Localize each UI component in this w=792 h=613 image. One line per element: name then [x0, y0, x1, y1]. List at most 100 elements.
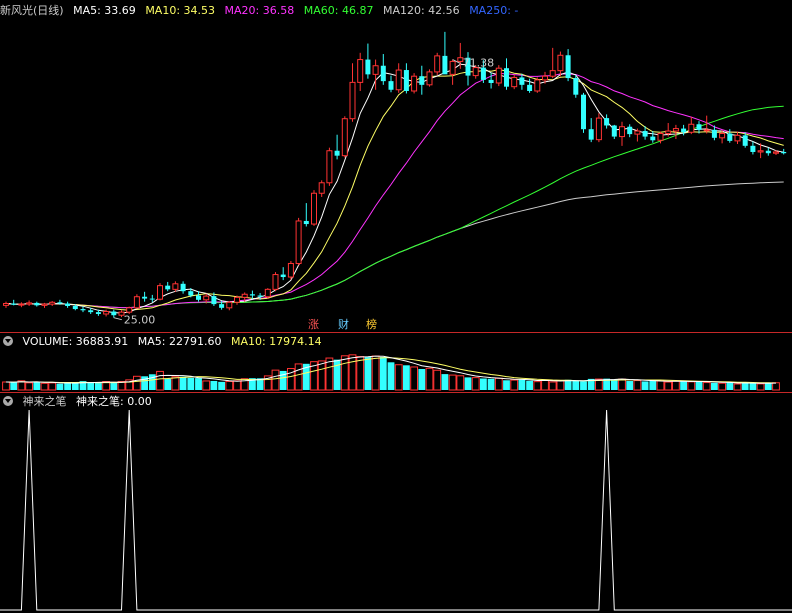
candle-body: [272, 274, 279, 290]
volume-bar: [25, 382, 34, 391]
candle-body: [627, 126, 633, 135]
candle-body: [542, 75, 548, 81]
candle-body: [650, 136, 656, 141]
volume-bar: [626, 381, 634, 390]
candle-body: [196, 295, 201, 300]
candle-body: [65, 303, 71, 306]
volume-bar: [656, 380, 665, 391]
volume-bar: [348, 354, 357, 391]
volume-bar: [448, 374, 457, 391]
volume-bar: [649, 380, 657, 390]
volume-bar: [271, 369, 280, 391]
candle-body: [604, 118, 610, 126]
candle-body: [303, 220, 309, 225]
volume-bar: [195, 378, 202, 390]
volume-bar: [749, 382, 757, 390]
candle-body: [488, 79, 494, 83]
volume-bar: [480, 378, 487, 390]
candle-body: [781, 151, 787, 154]
volume-bar: [464, 377, 472, 390]
candle-body: [581, 94, 586, 130]
candle-body: [719, 132, 726, 139]
candle-body: [172, 283, 179, 290]
volume-bar: [618, 378, 626, 391]
volume-bar: [156, 370, 164, 391]
volume-bar: [64, 383, 71, 390]
volume-bar: [379, 357, 387, 390]
candle-body: [588, 129, 594, 140]
low-label: 25.00: [124, 314, 156, 327]
volume-bar: [687, 381, 696, 391]
candle-body: [49, 301, 56, 305]
candle-body: [565, 55, 571, 79]
volume-bar: [733, 383, 742, 391]
candle-body: [111, 311, 117, 316]
volume-bar: [187, 377, 195, 390]
volume-bar: [441, 374, 449, 390]
candle-body: [595, 117, 602, 141]
candle-body: [388, 81, 394, 90]
volume-bar: [317, 360, 326, 391]
candle-body: [703, 129, 710, 132]
candle-body: [203, 295, 210, 301]
candle-body: [57, 302, 63, 304]
volume-bar: [487, 378, 495, 390]
candle-body: [241, 293, 248, 298]
candle-body: [88, 310, 94, 313]
candle-body: [611, 125, 617, 137]
volume-bar: [471, 377, 480, 391]
candle-body: [619, 126, 625, 138]
candle-body: [519, 77, 525, 85]
candle-body: [419, 76, 425, 85]
signal-line: [0, 409, 792, 611]
candle-body: [773, 151, 779, 154]
candle-body: [442, 55, 448, 75]
candle-body: [11, 303, 17, 305]
volume-bar: [133, 375, 141, 391]
candle-body: [326, 150, 333, 184]
candle-body: [688, 123, 695, 133]
candle-body: [511, 76, 518, 88]
candle-body: [226, 301, 233, 309]
candle-body: [657, 132, 664, 141]
candle-body: [681, 128, 687, 133]
volume-bar: [572, 380, 580, 390]
volume-bar: [741, 382, 749, 390]
candle-body: [264, 288, 271, 298]
candle-body: [18, 303, 25, 306]
volume-bar: [456, 375, 465, 391]
volume-bar: [695, 381, 703, 390]
candle-body: [157, 285, 163, 300]
volume-bar: [756, 383, 765, 391]
candle-body: [634, 130, 641, 135]
low-marker: [113, 317, 122, 321]
candle-body: [380, 65, 386, 82]
volume-bar: [518, 379, 526, 390]
candle-body: [149, 298, 155, 300]
volume-bar: [672, 380, 680, 391]
ma10-line: [5, 69, 784, 311]
candle-body: [180, 283, 186, 292]
candle-body: [280, 274, 286, 278]
volume-bar: [610, 379, 618, 390]
candle-body: [349, 81, 356, 120]
volume-bar: [33, 381, 41, 390]
volume-bar: [164, 378, 172, 390]
candle-body: [103, 311, 110, 315]
candle-body: [26, 302, 33, 305]
candle-body: [165, 285, 171, 290]
candle-body: [734, 134, 741, 142]
candle-body: [765, 150, 771, 154]
candle-body: [426, 71, 433, 86]
candle-body: [41, 303, 48, 306]
chart-canvas[interactable]: 71.38 25.00: [0, 0, 792, 613]
volume-bar: [294, 363, 303, 391]
volume-bar: [48, 382, 57, 391]
candle-body: [249, 294, 255, 296]
volume-bar: [526, 380, 533, 390]
volume-bar: [225, 380, 234, 391]
volume-bar: [494, 377, 503, 391]
candle-body: [295, 220, 302, 264]
candle-body: [672, 128, 679, 132]
volume-bar: [548, 381, 557, 391]
